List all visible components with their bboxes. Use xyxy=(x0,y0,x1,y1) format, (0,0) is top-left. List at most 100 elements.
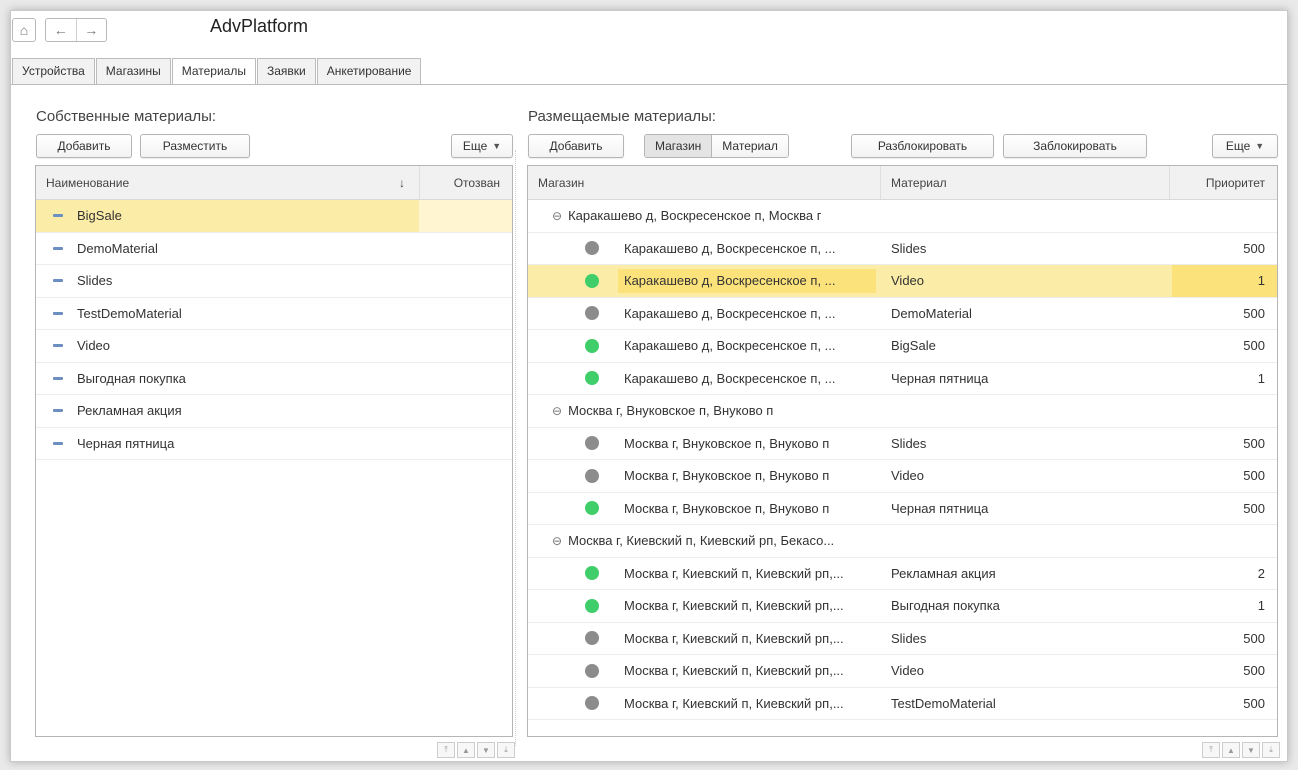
right-more-button[interactable]: Еще ▼ xyxy=(1212,134,1278,158)
material-cell: Черная пятница xyxy=(891,370,989,386)
scroll-down-icon[interactable]: ▼ xyxy=(1242,742,1260,758)
table-row[interactable]: Москва г, Киевский п, Киевский рп,... Рек… xyxy=(528,558,1277,590)
table-row[interactable]: Каракашево д, Воскресенское п, ... DemoMa… xyxy=(528,298,1277,330)
shop-cell: Каракашево д, Воскресенское п, ... xyxy=(624,305,836,321)
shop-cell: Москва г, Киевский п, Киевский рп,... xyxy=(624,565,844,581)
shop-cell: Каракашево д, Воскресенское п, ... xyxy=(624,338,836,354)
sort-desc-icon: ↓ xyxy=(399,175,405,190)
list-item[interactable]: TestDemoMaterial xyxy=(36,298,512,330)
placed-materials-rows: ⊖ Каракашево д, Воскресенское п, Москва г… xyxy=(528,200,1277,720)
material-name: Рекламная акция xyxy=(77,403,182,419)
scroll-top-icon[interactable]: ⤒ xyxy=(437,742,455,758)
list-item[interactable]: DemoMaterial xyxy=(36,233,512,265)
material-name-cell: BigSale xyxy=(36,200,420,232)
table-row[interactable]: Москва г, Киевский п, Киевский рп,... Vid… xyxy=(528,655,1277,688)
forward-arrow-icon[interactable]: → xyxy=(77,19,107,41)
revoked-cell xyxy=(420,298,512,330)
column-name[interactable]: Наименование ↓ xyxy=(36,166,420,199)
list-item[interactable]: BigSale xyxy=(36,200,512,233)
list-item[interactable]: Выгодная покупка xyxy=(36,363,512,395)
table-row[interactable]: Москва г, Внуковское п, Внуково п Video 50… xyxy=(528,460,1277,493)
column-shop[interactable]: Магазин xyxy=(528,166,881,199)
priority-cell: 1 xyxy=(1257,598,1265,614)
priority-cell: 500 xyxy=(1243,468,1265,484)
collapse-icon[interactable]: ⊖ xyxy=(552,404,562,418)
table-row[interactable]: Москва г, Киевский п, Киевский рп,... Sli… xyxy=(528,623,1277,655)
table-row[interactable]: Москва г, Киевский п, Киевский рп,... Выг… xyxy=(528,590,1277,623)
material-cell: Выгодная покупка xyxy=(891,598,1000,614)
group-row[interactable]: ⊖ Москва г, Киевский п, Киевский рп, Бека… xyxy=(528,525,1277,558)
tab-surveys[interactable]: Анкетирование xyxy=(316,58,422,84)
scroll-bottom-icon[interactable]: ⤓ xyxy=(1262,742,1280,758)
item-dash-icon xyxy=(53,376,63,380)
tab-shops[interactable]: Магазины xyxy=(95,58,171,84)
revoked-cell xyxy=(420,330,512,362)
material-name: BigSale xyxy=(77,208,122,224)
table-row[interactable]: Москва г, Внуковское п, Внуково п Черная … xyxy=(528,493,1277,525)
placed-materials-table: Магазин Материал Приоритет ⊖ Каракашево д… xyxy=(527,165,1278,737)
chevron-down-icon: ▼ xyxy=(492,141,502,151)
material-cell: Рекламная акция xyxy=(891,565,996,581)
list-item[interactable]: Черная пятница xyxy=(36,428,512,460)
shop-cell: Каракашево д, Воскресенское п, ... xyxy=(624,370,836,386)
table-row[interactable]: Каракашево д, Воскресенское п, ... BigSal… xyxy=(528,330,1277,363)
material-cell: Video xyxy=(891,468,925,484)
tab-devices[interactable]: Устройства xyxy=(12,58,95,84)
table-row[interactable]: Каракашево д, Воскресенское п, ... Slides… xyxy=(528,233,1277,265)
column-material[interactable]: Материал xyxy=(881,166,1170,199)
list-item[interactable]: Рекламная акция xyxy=(36,395,512,428)
status-cell xyxy=(528,298,618,330)
home-button[interactable]: ⌂ xyxy=(12,18,36,42)
item-dash-icon xyxy=(53,311,63,315)
status-cell xyxy=(528,623,618,655)
material-cell: Video xyxy=(891,273,925,289)
status-cell xyxy=(528,655,618,687)
status-cell xyxy=(528,688,618,720)
shop-cell: Москва г, Киевский п, Киевский рп,... xyxy=(624,695,844,711)
status-dot-icon xyxy=(585,696,599,711)
panel-splitter[interactable] xyxy=(515,150,516,746)
status-cell xyxy=(528,363,618,395)
status-cell xyxy=(528,460,618,492)
back-arrow-icon[interactable]: ← xyxy=(46,19,77,41)
collapse-icon[interactable]: ⊖ xyxy=(552,534,562,548)
column-priority[interactable]: Приоритет xyxy=(1170,166,1277,199)
view-by-shop-button[interactable]: Магазин xyxy=(645,135,712,157)
shop-cell: Каракашево д, Воскресенское п, ... xyxy=(624,240,836,256)
tab-materials[interactable]: Материалы xyxy=(171,58,256,85)
scroll-bottom-icon[interactable]: ⤓ xyxy=(497,742,515,758)
table-row[interactable]: Каракашево д, Воскресенское п, ... Черная… xyxy=(528,363,1277,395)
left-more-button[interactable]: Еще ▼ xyxy=(451,134,513,158)
view-by-material-button[interactable]: Материал xyxy=(711,135,788,157)
shop-cell: Москва г, Киевский п, Киевский рп,... xyxy=(624,663,844,679)
left-more-label: Еще xyxy=(462,139,488,153)
group-cell: ⊖ Москва г, Киевский п, Киевский рп, Бека… xyxy=(528,525,834,557)
scroll-top-icon[interactable]: ⤒ xyxy=(1202,742,1220,758)
group-row[interactable]: ⊖ Москва г, Внуковское п, Внуково п xyxy=(528,395,1277,428)
place-button[interactable]: Разместить xyxy=(140,134,250,158)
material-cell: BigSale xyxy=(891,338,936,354)
tab-requests[interactable]: Заявки xyxy=(256,58,316,84)
revoked-cell xyxy=(420,428,512,460)
scroll-down-icon[interactable]: ▼ xyxy=(477,742,495,758)
table-row[interactable]: Каракашево д, Воскресенское п, ... Video 1 xyxy=(528,265,1277,298)
unblock-button[interactable]: Разблокировать xyxy=(851,134,994,158)
scroll-up-icon[interactable]: ▲ xyxy=(457,742,475,758)
left-add-button[interactable]: Добавить xyxy=(36,134,132,158)
right-add-button[interactable]: Добавить xyxy=(528,134,624,158)
collapse-icon[interactable]: ⊖ xyxy=(552,209,562,223)
scroll-up-icon[interactable]: ▲ xyxy=(1222,742,1240,758)
home-icon: ⌂ xyxy=(19,22,29,38)
block-button[interactable]: Заблокировать xyxy=(1003,134,1147,158)
list-item[interactable]: Video xyxy=(36,330,512,363)
table-row[interactable]: Москва г, Киевский п, Киевский рп,... Tes… xyxy=(528,688,1277,720)
status-dot-icon xyxy=(585,468,599,483)
status-cell xyxy=(528,590,618,622)
revoked-cell xyxy=(420,200,512,232)
list-item[interactable]: Slides xyxy=(36,265,512,298)
status-cell xyxy=(528,265,618,297)
priority-cell: 500 xyxy=(1243,630,1265,646)
column-revoked[interactable]: Отозван xyxy=(420,166,512,199)
group-row[interactable]: ⊖ Каракашево д, Воскресенское п, Москва г xyxy=(528,200,1277,233)
table-row[interactable]: Москва г, Внуковское п, Внуково п Slides 5… xyxy=(528,428,1277,460)
